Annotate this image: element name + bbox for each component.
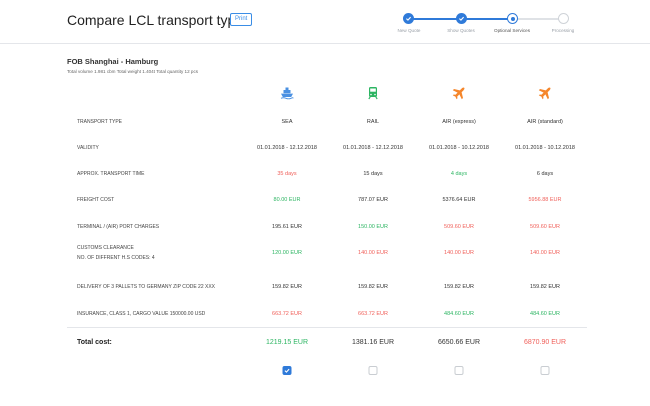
row-label: APPROX. TRANSPORT TIME xyxy=(77,171,144,177)
total-cost-sea: 1219.15 EUR xyxy=(265,339,309,346)
row-label: INSURANCE, CLASS 1, CARGO VALUE 150000.0… xyxy=(77,311,205,317)
step-1-dot[interactable] xyxy=(403,13,414,24)
step-2-dot[interactable] xyxy=(456,13,467,24)
row-label: CUSTOMS CLEARANCE NO. OF DIFFRENT H.S COD… xyxy=(77,245,155,261)
table-cell: 484.60 EUR xyxy=(444,311,474,317)
select-air-express-checkbox[interactable] xyxy=(454,366,464,375)
table-cell: AIR (express) xyxy=(442,119,476,125)
total-divider xyxy=(67,327,587,328)
table-cell: 5956.88 EUR xyxy=(528,197,562,203)
airplane-icon xyxy=(538,86,552,100)
table-cell: 01.01.2018 - 12.12.2018 xyxy=(343,145,403,151)
table-cell: 159.82 EUR xyxy=(272,284,302,290)
step-4-dot[interactable] xyxy=(558,13,569,24)
table-cell: 01.01.2018 - 10.12.2018 xyxy=(515,145,575,151)
table-cell: 159.82 EUR xyxy=(444,284,474,290)
row-label-text: TRANSPORT TYPE xyxy=(77,119,123,125)
table-cell: 80.00 EUR xyxy=(273,197,301,203)
row-label-text: APPROX. TRANSPORT TIME xyxy=(77,171,145,177)
select-air-standard-checkbox[interactable] xyxy=(540,366,550,375)
table-cell: 140.00 EUR xyxy=(444,250,474,256)
row-label: TERMINAL / (AIR) PORT CHARGES xyxy=(77,224,159,230)
total-cost-rail: 1381.16 EUR xyxy=(351,339,395,346)
table-cell: RAIL xyxy=(366,119,380,125)
page-title: Compare LCL transport types xyxy=(67,12,251,28)
table-cell: 140.00 EUR xyxy=(530,250,560,256)
checkmark-icon xyxy=(284,368,290,373)
table-cell: 15 days xyxy=(363,171,383,177)
progress-stepper: New Quote Show Quotes Optional Services … xyxy=(386,12,586,38)
row-label-text: DELIVERY OF 3 PALLETS TO GERMANY ZIP COD… xyxy=(77,284,216,290)
checkmark-icon xyxy=(406,16,412,21)
table-cell: 484.60 EUR xyxy=(530,311,560,317)
row-label-text: INSURANCE, CLASS 1, CARGO VALUE 150000.0… xyxy=(77,311,206,317)
row-label-text: TERMINAL / (AIR) PORT CHARGES xyxy=(77,224,160,230)
table-cell: SEA xyxy=(281,119,293,125)
table-cell: 787.07 EUR xyxy=(358,197,388,203)
table-cell: 140.00 EUR xyxy=(358,250,388,256)
table-cell: 509.60 EUR xyxy=(530,224,560,230)
row-label-text: VALIDITY xyxy=(77,145,99,151)
row-label: FREIGHT COST xyxy=(77,197,114,203)
select-rail-checkbox[interactable] xyxy=(368,366,378,375)
row-label-text: CUSTOMS CLEARANCE xyxy=(77,245,134,251)
print-button[interactable]: Print xyxy=(230,13,253,26)
table-cell: 6 days xyxy=(536,171,554,177)
stepper-line-todo xyxy=(513,18,564,20)
table-cell: 663.72 EUR xyxy=(272,311,302,317)
table-cell: AIR (standard) xyxy=(527,119,563,125)
shipment-route: FOB Shanghai - Hamburg xyxy=(67,57,159,66)
row-label: DELIVERY OF 3 PALLETS TO GERMANY ZIP COD… xyxy=(77,284,215,290)
table-cell: 01.01.2018 - 10.12.2018 xyxy=(429,145,489,151)
table-cell: 159.82 EUR xyxy=(358,284,388,290)
step-2-label: Show Quotes xyxy=(447,28,475,33)
table-cell: 509.60 EUR xyxy=(444,224,474,230)
airplane-icon xyxy=(452,86,466,100)
row-label: TRANSPORT TYPE xyxy=(77,119,122,125)
row-label: VALIDITY xyxy=(77,145,99,151)
table-cell: 01.01.2018 - 12.12.2018 xyxy=(257,145,317,151)
checkmark-icon xyxy=(459,16,465,21)
table-cell: 159.82 EUR xyxy=(530,284,560,290)
row-sublabel-text: NO. OF DIFFRENT H.S CODES: 4 xyxy=(77,255,155,261)
ship-icon xyxy=(280,86,294,100)
step-4-label: Processing xyxy=(551,28,575,33)
table-cell: 120.00 EUR xyxy=(272,250,302,256)
table-cell: 150.00 EUR xyxy=(358,224,388,230)
step-3-label: Optional Services xyxy=(493,28,531,33)
table-cell: 663.72 EUR xyxy=(358,311,388,317)
row-label-text: FREIGHT COST xyxy=(77,197,115,203)
total-cost-air-standard: 6870.90 EUR xyxy=(523,339,567,346)
page-header: Compare LCL transport types Print New Qu… xyxy=(0,0,650,44)
table-cell: 4 days xyxy=(450,171,468,177)
step-3-dot[interactable] xyxy=(507,13,518,24)
select-sea-checkbox[interactable] xyxy=(282,366,292,375)
total-cost-air-express: 6650.66 EUR xyxy=(437,339,481,346)
step-1-label: New Quote xyxy=(397,28,421,33)
shipment-totals: Total volume 1.981 cbm Total weight 1.40… xyxy=(67,69,199,74)
table-cell: 5376.64 EUR xyxy=(442,197,476,203)
total-cost-label: Total cost: xyxy=(77,339,112,346)
table-cell: 35 days xyxy=(277,171,297,177)
table-cell: 195.61 EUR xyxy=(272,224,302,230)
train-icon xyxy=(366,86,380,100)
